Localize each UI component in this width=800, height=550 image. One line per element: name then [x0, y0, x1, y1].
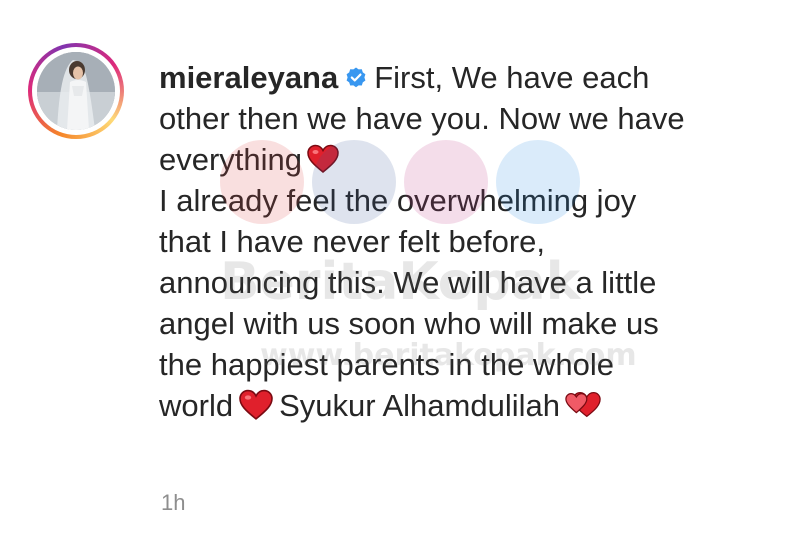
- timestamp[interactable]: 1h: [161, 490, 185, 516]
- caption-line-9: world Syukur Alhamdulilah: [159, 385, 759, 426]
- caption-line-3: everything: [159, 139, 759, 180]
- two-hearts-icon: [565, 392, 601, 418]
- caption-line-4: I already feel the overwhelming joy: [159, 183, 637, 218]
- verified-badge-icon: [346, 67, 366, 88]
- avatar[interactable]: [37, 52, 115, 130]
- profile-avatar-ring[interactable]: [28, 43, 124, 139]
- red-heart-icon: [239, 389, 273, 420]
- avatar-photo: [37, 52, 115, 130]
- caption-line-text: Syukur Alhamdulilah: [279, 388, 560, 423]
- caption-line-1: mieraleyana First, We have each: [159, 57, 759, 98]
- caption-line-7: angel with us soon who will make us: [159, 306, 659, 341]
- red-heart-icon: [307, 144, 339, 173]
- caption-text: mieraleyana First, We have each other the…: [159, 57, 759, 426]
- avatar-border: [32, 47, 120, 135]
- caption-line-text: world: [159, 388, 234, 423]
- caption-line-2: other then we have you. Now we have: [159, 101, 685, 136]
- caption-line-6: announcing this. We will have a little: [159, 265, 657, 300]
- caption-line-8: the happiest parents in the whole: [159, 347, 614, 382]
- caption-line-text: everything: [159, 142, 303, 177]
- caption-line-text: First, We have each: [374, 60, 650, 95]
- post-caption: mieraleyana First, We have each other the…: [0, 0, 800, 550]
- caption-line-5: that I have never felt before,: [159, 224, 546, 259]
- username-link[interactable]: mieraleyana: [159, 60, 338, 95]
